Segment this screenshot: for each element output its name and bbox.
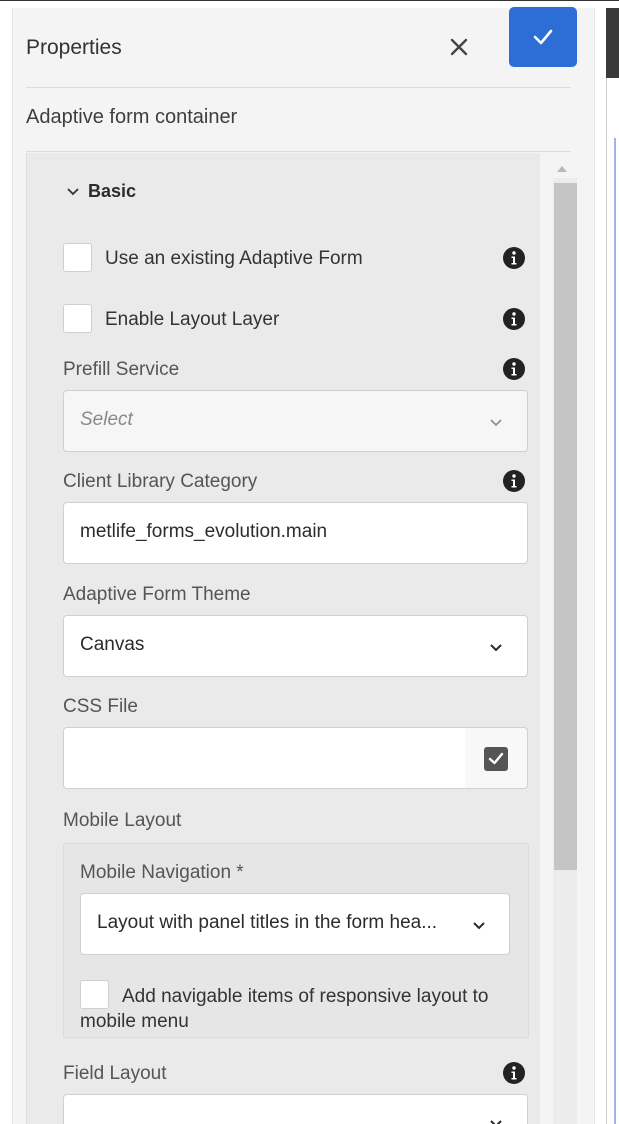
field-layout-label: Field Layout <box>63 1063 167 1084</box>
info-icon[interactable] <box>502 246 526 270</box>
mobile-layout-label: Mobile Layout <box>63 810 182 831</box>
adaptive-form-theme-label: Adaptive Form Theme <box>63 584 251 605</box>
info-icon[interactable] <box>502 307 526 331</box>
close-icon <box>450 38 468 56</box>
section-title: Basic <box>88 180 137 201</box>
editor-selection-outline <box>614 138 616 1124</box>
info-icon[interactable] <box>502 1061 526 1085</box>
component-name: Adaptive form container <box>26 106 238 128</box>
prefill-service-placeholder: Select <box>80 409 133 430</box>
info-icon[interactable] <box>502 469 526 493</box>
adaptive-form-theme-select[interactable]: Canvas <box>63 615 528 677</box>
add-navigable-items-checkbox[interactable] <box>80 980 109 1009</box>
client-library-category-value: metlife_forms_evolution.main <box>80 521 328 542</box>
client-library-category-label: Client Library Category <box>63 471 258 492</box>
checkmark-icon <box>533 29 553 45</box>
dialog-title: Properties <box>26 36 122 59</box>
enable-layout-layer-label: Enable Layout Layer <box>105 309 280 330</box>
add-navigable-items-label-line2: mobile menu <box>80 1011 189 1032</box>
use-existing-form-label: Use an existing Adaptive Form <box>105 248 363 269</box>
mobile-navigation-select[interactable]: Layout with panel titles in the form hea… <box>80 893 510 955</box>
prefill-service-label: Prefill Service <box>63 359 180 380</box>
scroll-up-arrow-icon[interactable] <box>553 162 571 176</box>
chevron-down-icon <box>473 922 485 930</box>
editor-canvas-edge <box>606 78 619 1124</box>
client-library-category-input[interactable]: metlife_forms_evolution.main <box>63 502 528 564</box>
info-icon[interactable] <box>502 357 526 381</box>
enable-layout-layer-checkbox[interactable] <box>63 304 92 333</box>
checkbox-icon <box>484 747 508 771</box>
use-existing-form-checkbox[interactable] <box>63 243 92 272</box>
scrollbar-thumb[interactable] <box>554 183 577 870</box>
section-basic-toggle[interactable]: Basic <box>66 180 136 202</box>
chevron-down-icon <box>67 188 79 196</box>
adaptive-form-theme-value: Canvas <box>80 634 145 655</box>
css-file-browse-button[interactable] <box>465 727 528 789</box>
component-header: Adaptive form container <box>26 88 571 152</box>
done-button[interactable] <box>509 7 577 67</box>
close-button[interactable] <box>444 32 474 62</box>
prefill-service-select[interactable]: Select <box>63 390 528 452</box>
css-file-label: CSS File <box>63 696 138 717</box>
dialog-header: Properties <box>26 7 577 88</box>
chevron-down-icon <box>490 1120 502 1124</box>
editor-toolbar-edge <box>606 8 619 78</box>
add-navigable-items-label-line1: Add navigable items of responsive layout… <box>122 986 489 1007</box>
css-file-input[interactable] <box>63 727 466 789</box>
chevron-down-icon <box>490 644 502 652</box>
chevron-down-icon <box>490 419 502 427</box>
field-layout-select[interactable] <box>63 1094 528 1124</box>
mobile-navigation-value: Layout with panel titles in the form hea… <box>97 912 438 933</box>
mobile-navigation-label: Mobile Navigation * <box>80 862 244 883</box>
